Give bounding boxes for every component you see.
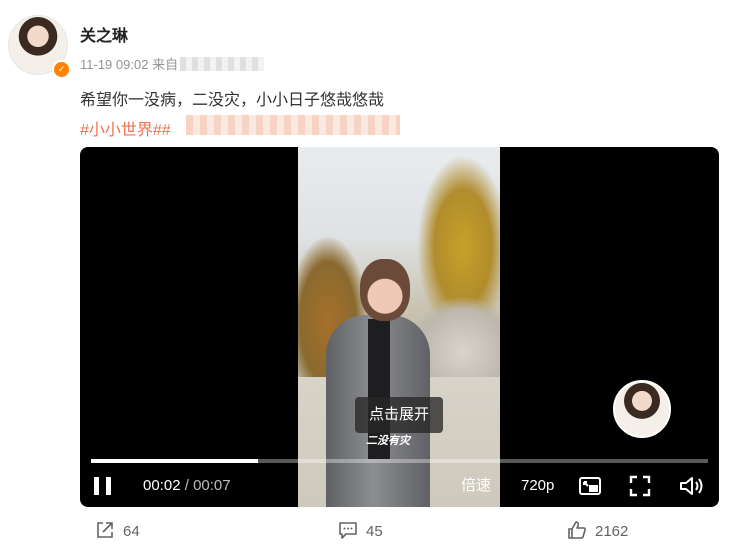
quality-button[interactable]: 720p xyxy=(521,471,554,501)
post-meta: 11-19 09:02 来自 xyxy=(80,54,265,73)
volume-icon xyxy=(680,477,703,495)
expand-button[interactable]: 点击展开 xyxy=(355,397,443,433)
pause-icon xyxy=(106,477,111,495)
verified-badge-icon: ✓ xyxy=(52,60,71,79)
video-player[interactable]: 点击展开 二没有灾 00:02 / 00:07 倍速 720p xyxy=(80,147,719,507)
volume-button[interactable] xyxy=(678,471,703,501)
pip-button[interactable] xyxy=(578,471,602,501)
pause-button[interactable] xyxy=(92,471,114,501)
person-head xyxy=(360,259,410,321)
hashtag-blurred xyxy=(186,115,400,135)
post-timestamp[interactable]: 11-19 09:02 xyxy=(80,57,148,72)
comment-icon xyxy=(339,522,357,539)
comment-count: 45 xyxy=(366,523,383,540)
fullscreen-icon xyxy=(629,475,651,497)
like-button[interactable]: 2162 xyxy=(567,520,628,540)
share-count: 64 xyxy=(123,523,140,540)
current-time: 00:02 xyxy=(143,477,181,494)
speed-button[interactable]: 倍速 xyxy=(461,471,491,501)
duration: 00:07 xyxy=(193,477,231,494)
time-display: 00:02 / 00:07 xyxy=(143,471,231,501)
like-count: 2162 xyxy=(595,523,629,540)
picture-in-picture-icon xyxy=(579,477,601,495)
pause-icon xyxy=(94,477,99,495)
fullscreen-button[interactable] xyxy=(628,471,652,501)
post-source-blurred xyxy=(180,57,265,71)
share-icon xyxy=(97,522,113,538)
post-text: 希望你一没病，二没灾，小小日子悠哉悠哉 xyxy=(80,92,385,109)
like-icon xyxy=(568,521,586,539)
comment-button[interactable]: 45 xyxy=(338,520,383,540)
post-hashtag[interactable]: #小小世界## xyxy=(80,116,171,140)
video-subtitle: 二没有灾 xyxy=(366,435,410,447)
progress-bar[interactable] xyxy=(91,459,708,463)
time-separator: / xyxy=(180,477,194,494)
share-button[interactable]: 64 xyxy=(95,520,140,540)
uploader-mini-avatar[interactable] xyxy=(613,380,671,438)
video-frame xyxy=(298,147,500,507)
progress-fill xyxy=(91,459,258,463)
post-source-prefix: 来自 xyxy=(152,57,179,72)
username[interactable]: 关之琳 xyxy=(80,22,128,46)
